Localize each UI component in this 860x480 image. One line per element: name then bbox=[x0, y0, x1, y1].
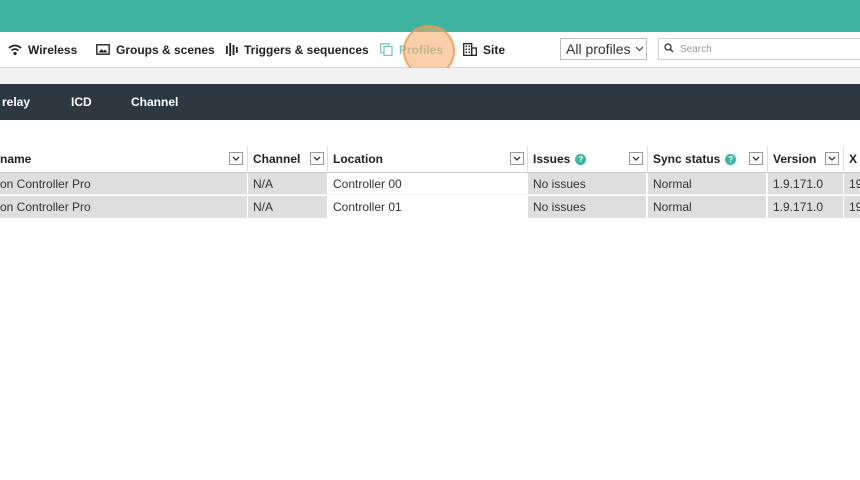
column-filter-dropdown[interactable] bbox=[310, 152, 324, 165]
column-filter-dropdown[interactable] bbox=[510, 152, 524, 165]
profile-select-value: All profiles bbox=[566, 41, 631, 57]
cell-issues: No issues bbox=[528, 196, 646, 218]
nav-item-triggers-sequences[interactable]: Triggers & sequences bbox=[226, 32, 369, 67]
column-header-sync-status[interactable]: Sync status ? bbox=[647, 146, 767, 172]
tabs-bar: relay ICD Channel bbox=[0, 84, 860, 120]
cell-issues: No issues bbox=[528, 173, 646, 195]
column-filter-dropdown[interactable] bbox=[629, 152, 643, 165]
cell-sync-status: Normal bbox=[648, 196, 766, 218]
cell-location: Controller 00 bbox=[328, 173, 526, 195]
image-icon bbox=[96, 44, 110, 55]
cell-channel: N/A bbox=[248, 173, 327, 195]
profiles-icon bbox=[380, 43, 393, 56]
cell-version: 1.9.171.0 bbox=[768, 173, 843, 195]
nav-item-label: Site bbox=[483, 42, 506, 57]
search-input[interactable] bbox=[678, 42, 852, 56]
cell-location: Controller 01 bbox=[328, 196, 526, 218]
profile-select[interactable]: All profiles bbox=[560, 38, 647, 60]
column-filter-dropdown[interactable] bbox=[749, 152, 763, 165]
row-divider bbox=[0, 194, 860, 195]
column-filter-dropdown[interactable] bbox=[825, 152, 839, 165]
nav-item-label: Wireless bbox=[28, 42, 78, 57]
column-filter-dropdown[interactable] bbox=[229, 152, 243, 165]
cell-name: on Controller Pro bbox=[0, 196, 247, 218]
table-row[interactable]: on Controller Pro N/A Controller 01 No i… bbox=[0, 196, 860, 218]
top-accent-bar bbox=[0, 0, 860, 32]
cell-name: on Controller Pro bbox=[0, 173, 247, 195]
tab-relay[interactable]: relay bbox=[2, 84, 30, 120]
column-header-name[interactable]: name bbox=[0, 146, 247, 172]
nav-item-label: Profiles bbox=[399, 42, 444, 57]
divider-strip bbox=[0, 68, 860, 84]
column-header-channel[interactable]: Channel bbox=[247, 146, 327, 172]
nav-item-profiles[interactable]: Profiles bbox=[380, 32, 443, 67]
bars-icon bbox=[226, 43, 238, 56]
help-icon[interactable]: ? bbox=[575, 153, 587, 165]
column-header-issues[interactable]: Issues ? bbox=[527, 146, 647, 172]
column-header-x[interactable]: X bbox=[843, 146, 860, 172]
tab-channel[interactable]: Channel bbox=[131, 84, 178, 120]
nav-item-site[interactable]: Site bbox=[463, 32, 505, 67]
chevron-down-icon bbox=[635, 46, 644, 52]
cell-x: 19 bbox=[844, 173, 860, 195]
nav-item-groups-scenes[interactable]: Groups & scenes bbox=[96, 32, 215, 67]
cell-x: 19 bbox=[844, 196, 860, 218]
nav-item-wireless[interactable]: Wireless bbox=[8, 32, 77, 67]
column-header-version[interactable]: Version bbox=[767, 146, 843, 172]
help-icon[interactable]: ? bbox=[725, 153, 737, 165]
tab-icd[interactable]: ICD bbox=[71, 84, 92, 120]
search-icon bbox=[664, 40, 674, 58]
cell-version: 1.9.171.0 bbox=[768, 196, 843, 218]
wifi-icon bbox=[8, 44, 22, 56]
building-icon bbox=[463, 43, 477, 56]
nav-item-label: Groups & scenes bbox=[116, 42, 215, 57]
nav-item-label: Triggers & sequences bbox=[244, 42, 369, 57]
cell-channel: N/A bbox=[248, 196, 327, 218]
table-row[interactable]: on Controller Pro N/A Controller 00 No i… bbox=[0, 173, 860, 195]
table-header: name Channel Location Issues ? Sync stat… bbox=[0, 146, 860, 173]
column-header-location[interactable]: Location bbox=[327, 146, 527, 172]
search-box[interactable] bbox=[658, 38, 860, 60]
cell-sync-status: Normal bbox=[648, 173, 766, 195]
